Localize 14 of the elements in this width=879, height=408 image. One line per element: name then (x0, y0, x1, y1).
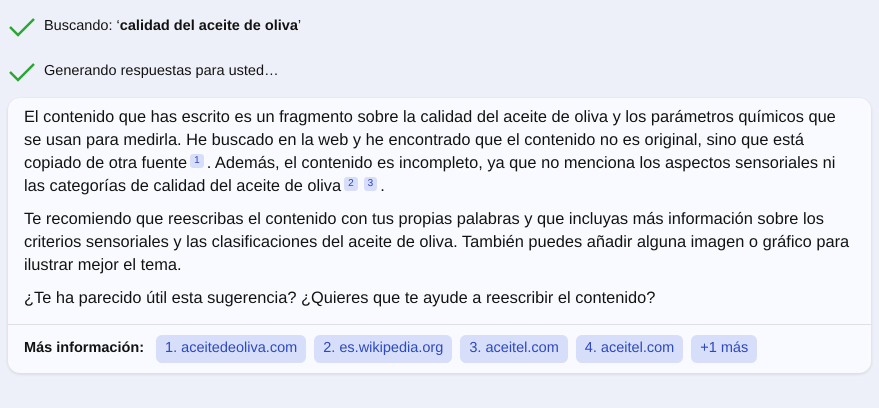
source-link[interactable]: 4. aceitel.com (576, 335, 684, 363)
citation-link[interactable]: 1 (190, 154, 204, 168)
status-text: Buscando: ‘calidad del aceite de oliva’ (44, 16, 302, 36)
citation-link[interactable]: 3 (364, 177, 378, 191)
answer-paragraph: Te recomiendo que reescribas el contenido con tus propias palabras y que incluyas más información sobre los criterios sensoriales y las clasificaciones del aceite de oliva. También puedes añadir alguna imagen o gráfico para ilustrar mejor el tema. (24, 209, 850, 276)
answer-paragraph: ¿Te ha parecido útil esta sugerencia? ¿Quieres que te ayude a reescribir el contenido? (24, 288, 656, 309)
sources-label: Más información: (24, 339, 144, 358)
answer-paragraph: El contenido que has escrito es un fragmento sobre la calidad del aceite de oliva y los parámetros químicos que se usan para medirla. He buscado en la web y he encontrado que el contenido no es original, sino que está copiado de otra fuente 1 . Además, el contenido es incompleto, ya que no menciona los aspectos sensoriales ni las categorías de calidad del aceite de oliva 2 3 . (24, 107, 837, 197)
source-link[interactable]: +1 más (691, 335, 758, 363)
status-text: Generando respuestas para usted… (44, 62, 279, 81)
source-link[interactable]: 2. es.wikipedia.org (314, 335, 452, 363)
citation-link[interactable]: 2 (344, 177, 358, 191)
source-link[interactable]: 1. aceitedeoliva.com (156, 335, 306, 363)
source-link[interactable]: 3. aceitel.com (460, 335, 568, 363)
